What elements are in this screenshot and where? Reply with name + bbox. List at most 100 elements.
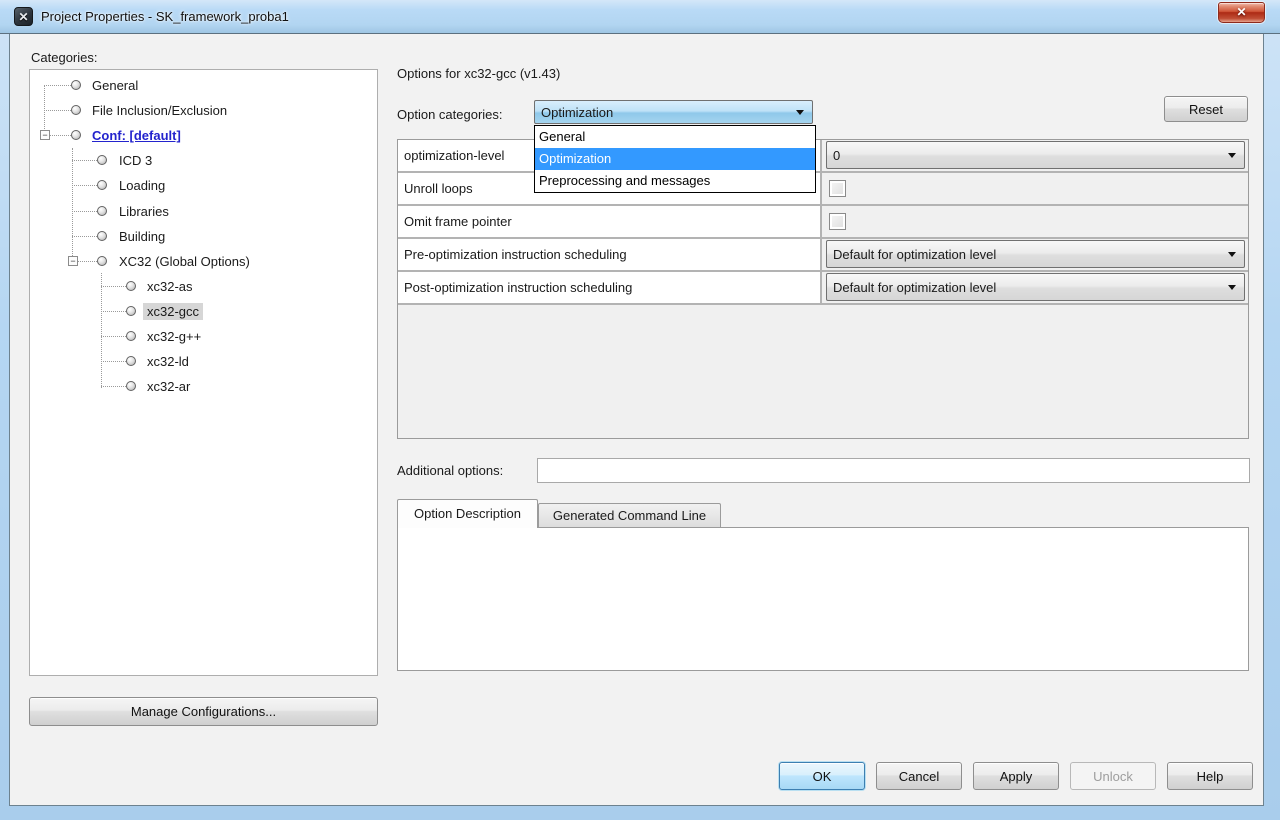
tree-item-label[interactable]: xc32-g++ <box>143 328 205 345</box>
tree-item-label[interactable]: Building <box>115 228 169 245</box>
option-value-cell: Default for optimization level <box>824 272 1248 303</box>
option-description-area[interactable] <box>397 527 1249 671</box>
option-value-cell <box>824 206 1248 237</box>
tree-item-label[interactable]: ICD 3 <box>115 152 156 169</box>
tree-connector <box>50 135 71 137</box>
option-row: Omit frame pointer <box>398 206 1248 239</box>
option-categories-value: Optimization <box>541 105 614 120</box>
node-bullet-icon <box>97 180 107 191</box>
option-categories-label: Option categories: <box>397 107 503 122</box>
tree-item-xc32-global-options-[interactable]: − XC32 (Global Options) <box>30 249 377 274</box>
tree-item-label[interactable]: Conf: [default] <box>88 127 185 144</box>
tree-connector <box>72 235 97 237</box>
node-bullet-icon <box>97 205 107 216</box>
tree-item-xc32-g++[interactable]: xc32-g++ <box>30 324 377 349</box>
tree-item-label[interactable]: File Inclusion/Exclusion <box>88 102 231 119</box>
option-label-cell: Omit frame pointer <box>398 206 822 237</box>
tree-connector <box>72 185 97 187</box>
option-categories-select[interactable]: Optimization <box>534 100 813 124</box>
option-value-select[interactable]: 0 <box>826 141 1245 169</box>
chevron-down-icon <box>1228 153 1236 158</box>
ok-button[interactable]: OK <box>779 762 865 790</box>
dropdown-option-optimization[interactable]: Optimization <box>535 148 815 170</box>
dropdown-option-general[interactable]: General <box>535 126 815 148</box>
option-value-select[interactable]: Default for optimization level <box>826 273 1245 301</box>
node-bullet-icon <box>126 381 136 392</box>
tree-connector <box>44 110 71 112</box>
reset-button[interactable]: Reset <box>1164 96 1248 122</box>
option-checkbox[interactable] <box>829 213 846 230</box>
tree-connector <box>101 336 126 337</box>
option-row: Post-optimization instruction scheduling… <box>398 272 1248 305</box>
tree-connector <box>78 260 97 262</box>
node-bullet-icon <box>97 155 107 166</box>
option-checkbox[interactable] <box>829 180 846 197</box>
additional-options-label: Additional options: <box>397 463 504 478</box>
tree-connector <box>101 285 126 287</box>
unlock-button: Unlock <box>1070 762 1156 790</box>
option-label-cell: Pre-optimization instruction scheduling <box>398 239 822 270</box>
collapse-minus-icon[interactable]: − <box>68 255 78 266</box>
node-bullet-icon <box>126 280 136 291</box>
option-label-cell: Post-optimization instruction scheduling <box>398 272 822 303</box>
tree-connector <box>72 160 97 162</box>
tree-connector <box>101 361 126 363</box>
tree-item-xc32-gcc[interactable]: xc32-gcc <box>30 299 377 324</box>
option-value-text: 0 <box>833 148 841 163</box>
close-button[interactable]: ✕ <box>1218 2 1265 23</box>
tree-item-loading[interactable]: Loading <box>30 173 377 198</box>
options-table: optimization-level 0 Unroll loops Omit fram… <box>397 139 1249 439</box>
tree-item-label[interactable]: Libraries <box>115 203 173 220</box>
node-bullet-icon <box>71 80 81 90</box>
additional-options-input[interactable] <box>537 458 1250 483</box>
tree-item-label[interactable]: XC32 (Global Options) <box>115 253 254 270</box>
option-categories-dropdown: General Optimization Preprocessing and mes… <box>534 125 816 193</box>
tree-item-label[interactable]: General <box>88 77 142 94</box>
tab-option-description[interactable]: Option Description <box>397 499 538 528</box>
tree-item-file-inclusion-exclusion[interactable]: File Inclusion/Exclusion <box>30 98 377 123</box>
tree-item-label[interactable]: Loading <box>115 177 169 194</box>
option-value-cell <box>824 173 1248 204</box>
option-value-text: Default for optimization level <box>833 247 997 262</box>
option-row: optimization-level 0 <box>398 140 1248 173</box>
options-heading: Options for xc32-gcc (v1.43) <box>397 66 561 81</box>
tree-item-xc32-ar[interactable]: xc32-ar <box>30 374 377 399</box>
node-bullet-icon <box>126 356 136 367</box>
dropdown-option-preprocessing-and-messages[interactable]: Preprocessing and messages <box>535 170 815 192</box>
option-label: optimization-level <box>404 148 505 163</box>
tree-item-label[interactable]: xc32-ld <box>143 353 193 370</box>
collapse-minus-icon[interactable]: − <box>40 130 50 141</box>
tab-generated-command-line[interactable]: Generated Command Line <box>538 503 721 528</box>
chevron-down-icon <box>796 110 804 115</box>
manage-configurations-button[interactable]: Manage Configurations... <box>29 697 378 726</box>
cancel-button[interactable]: Cancel <box>876 762 962 790</box>
tree-connector <box>72 210 97 212</box>
option-value-text: Default for optimization level <box>833 280 997 295</box>
tree-item-label[interactable]: xc32-as <box>143 278 197 295</box>
tree-item-xc32-as[interactable]: xc32-as <box>30 274 377 299</box>
tree-item-libraries[interactable]: Libraries <box>30 199 377 224</box>
categories-tree[interactable]: General File Inclusion/Exclusion − Conf: [d… <box>29 69 378 676</box>
tree-item-icd-3[interactable]: ICD 3 <box>30 148 377 173</box>
tree-item-xc32-ld[interactable]: xc32-ld <box>30 349 377 374</box>
chevron-down-icon <box>1228 285 1236 290</box>
tree-connector <box>44 85 71 86</box>
tree-item-building[interactable]: Building <box>30 224 377 249</box>
option-row: Pre-optimization instruction scheduling D… <box>398 239 1248 272</box>
option-label: Omit frame pointer <box>404 214 512 229</box>
window-title: Project Properties - SK_framework_proba1 <box>41 9 289 24</box>
option-row: Unroll loops <box>398 173 1248 206</box>
node-bullet-icon <box>97 230 107 241</box>
option-value-select[interactable]: Default for optimization level <box>826 240 1245 268</box>
node-bullet-icon <box>71 130 81 141</box>
tree-item-label[interactable]: xc32-ar <box>143 378 194 395</box>
tree-item-conf-default-[interactable]: − Conf: [default] <box>30 123 377 148</box>
help-button[interactable]: Help <box>1167 762 1253 790</box>
title-bar[interactable]: ✕ Project Properties - SK_framework_prob… <box>0 0 1280 34</box>
mplab-x-app-icon: ✕ <box>14 7 33 26</box>
tree-item-general[interactable]: General <box>30 73 377 98</box>
tree-item-label[interactable]: xc32-gcc <box>143 302 204 320</box>
apply-button[interactable]: Apply <box>973 762 1059 790</box>
tree-connector <box>101 386 126 388</box>
node-bullet-icon <box>71 105 81 116</box>
